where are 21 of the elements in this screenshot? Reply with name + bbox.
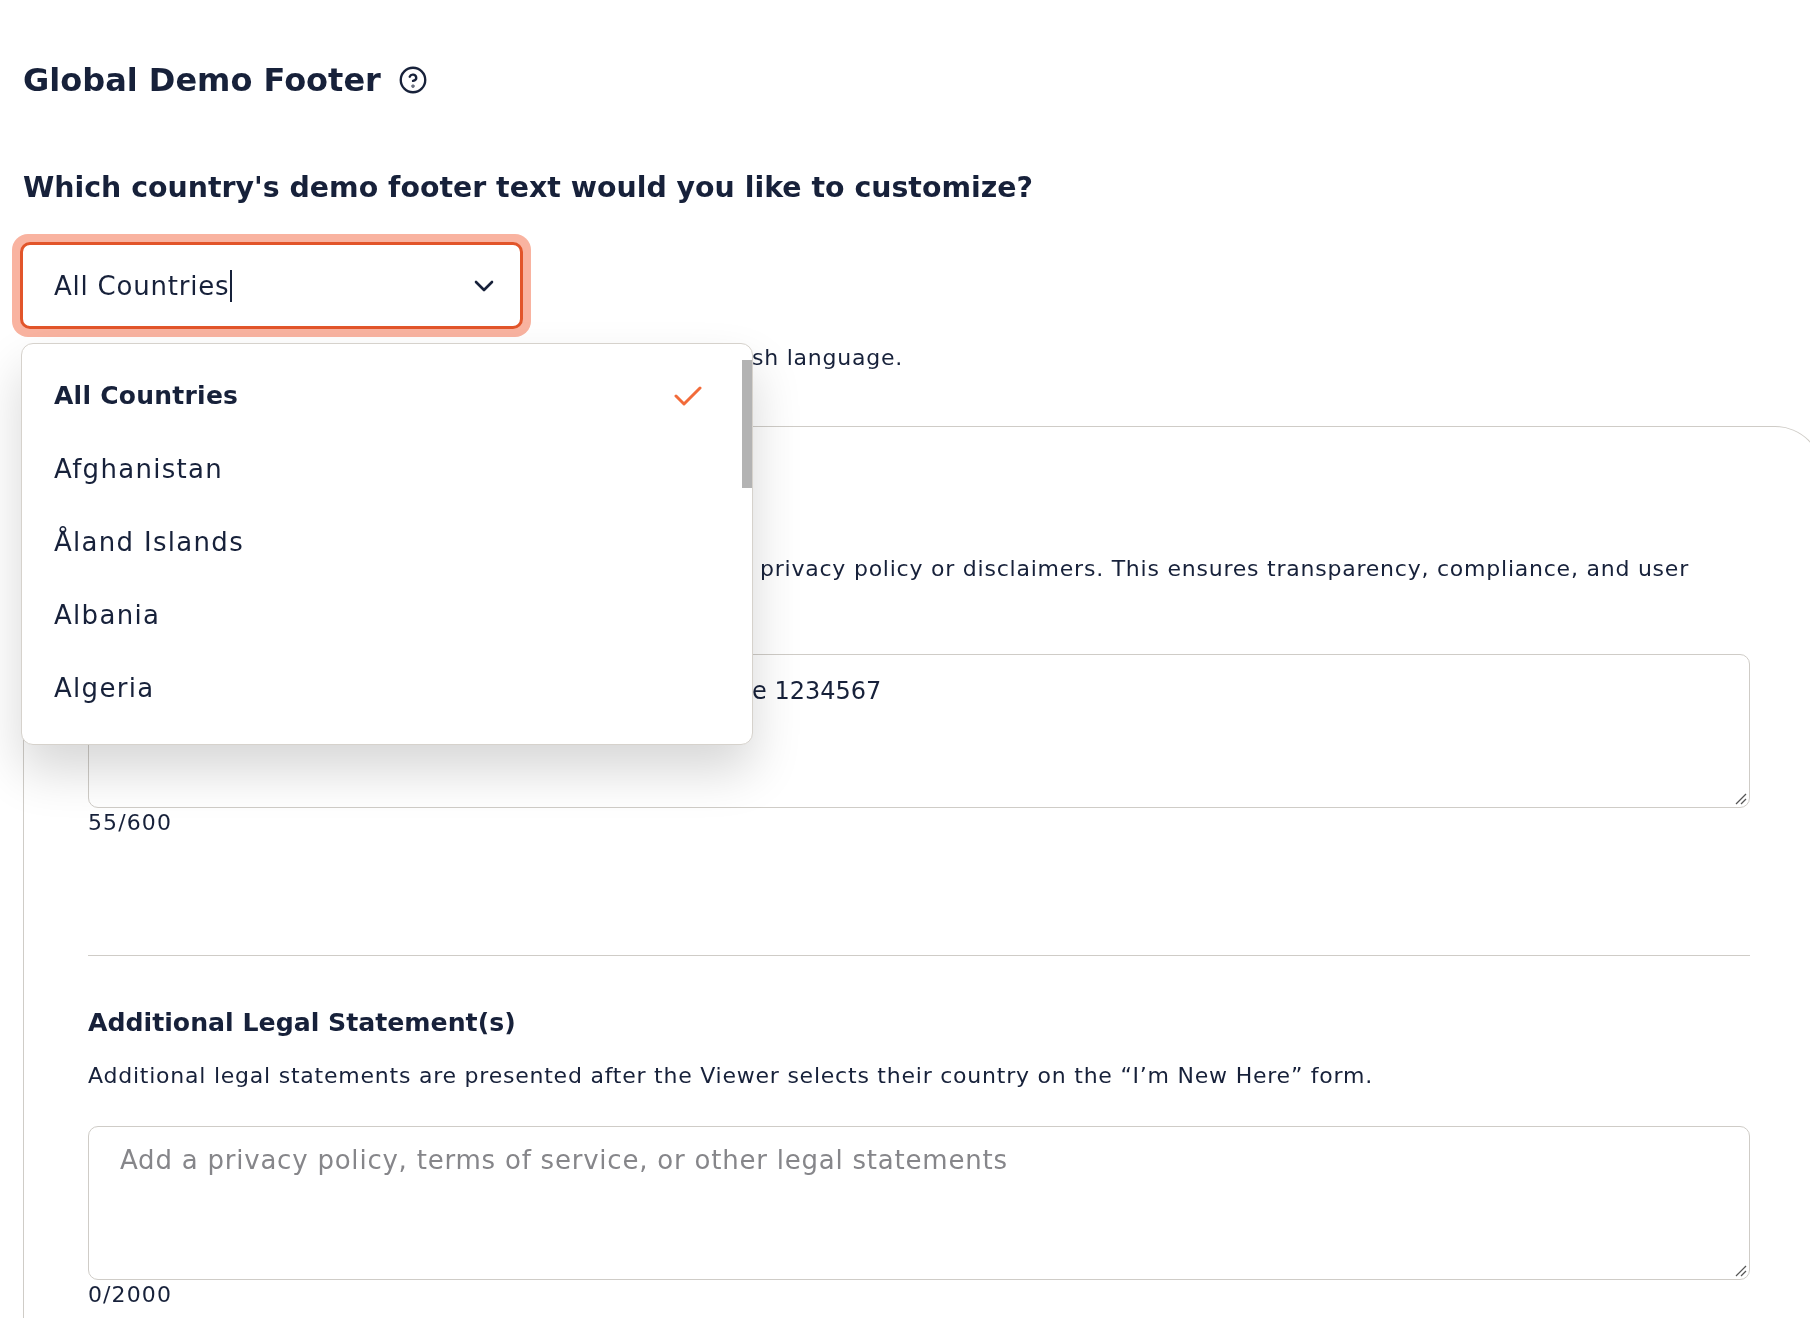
character-counter: 0/2000 [88, 1282, 172, 1308]
dropdown-option[interactable]: Albania [22, 578, 752, 651]
dropdown-option[interactable]: Åland Islands [22, 505, 752, 578]
page-title: Global Demo Footer [23, 60, 381, 100]
section-heading: Additional Legal Statement(s) [88, 1007, 516, 1039]
help-icon[interactable] [398, 66, 427, 94]
country-select[interactable]: All Countries [12, 234, 531, 337]
text-cursor-icon [230, 269, 233, 302]
resize-handle-icon[interactable] [1735, 793, 1747, 805]
section-description: Additional legal statements are presented after the Viewer selects their country on the “I’m New Here” form. [88, 1062, 1373, 1090]
legal-statement-field[interactable]: Add a privacy policy, terms of service, or other legal statements [88, 1126, 1750, 1280]
resize-handle-icon[interactable] [1735, 1265, 1747, 1277]
question-heading: Which country's demo footer text would you like to customize? [23, 170, 1033, 206]
dropdown-option[interactable]: Afghanistan [22, 432, 752, 505]
scrollbar[interactable] [742, 360, 752, 488]
character-counter: 55/600 [88, 810, 172, 836]
default-language-note: sh language. [752, 345, 904, 371]
checkmark-icon [674, 385, 702, 406]
dropdown-option[interactable]: All Countries [22, 359, 752, 432]
footer-description: privacy policy or disclaimers. This ensures transparency, compliance, and user [760, 555, 1689, 583]
chevron-down-icon [474, 279, 494, 292]
